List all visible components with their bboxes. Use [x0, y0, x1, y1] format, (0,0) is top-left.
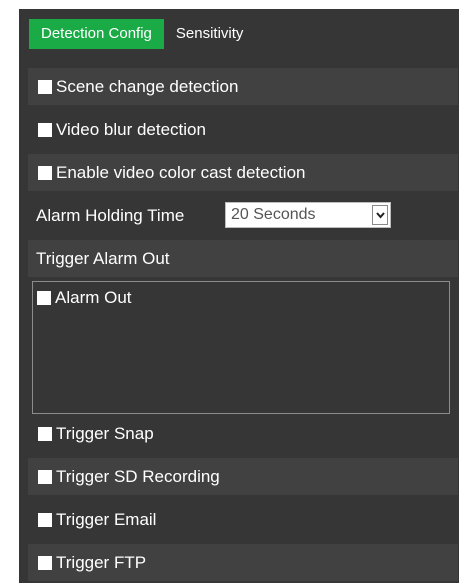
trigger-snap-label: Trigger Snap [56, 423, 154, 443]
scene-change-label: Scene change detection [56, 76, 239, 96]
scene-change-row: Scene change detection [28, 68, 458, 105]
tab-sensitivity[interactable]: Sensitivity [164, 19, 256, 49]
trigger-alarm-out-row: Trigger Alarm Out [28, 240, 458, 277]
video-blur-checkbox[interactable] [38, 122, 52, 137]
alarm-holding-label: Alarm Holding Time [36, 205, 185, 225]
trigger-snap-checkbox[interactable] [38, 426, 52, 441]
alarm-out-checkbox[interactable] [37, 291, 51, 305]
alarm-holding-row: Alarm Holding Time 20 Seconds [28, 197, 458, 234]
trigger-sd-recording-label: Trigger SD Recording [56, 466, 220, 486]
alarm-holding-value: 20 Seconds [231, 206, 316, 223]
trigger-email-label: Trigger Email [56, 509, 157, 529]
trigger-ftp-checkbox[interactable] [38, 555, 52, 570]
color-cast-checkbox[interactable] [38, 165, 52, 180]
chevron-down-icon[interactable] [372, 205, 388, 225]
alarm-holding-select[interactable]: 20 Seconds [225, 202, 391, 228]
trigger-sd-recording-row: Trigger SD Recording [28, 458, 458, 495]
tab-bar: Detection Config Sensitivity [29, 19, 255, 49]
tab-detection-config[interactable]: Detection Config [29, 19, 164, 49]
detection-config-panel: Detection Config Sensitivity Scene chang… [19, 9, 459, 583]
trigger-alarm-out-label: Trigger Alarm Out [36, 248, 170, 268]
color-cast-row: Enable video color cast detection [28, 154, 458, 191]
list-item: Alarm Out [37, 288, 132, 308]
trigger-sd-recording-checkbox[interactable] [38, 469, 52, 484]
trigger-ftp-label: Trigger FTP [56, 552, 147, 572]
scene-change-checkbox[interactable] [38, 79, 52, 94]
trigger-email-checkbox[interactable] [38, 512, 52, 527]
trigger-email-row: Trigger Email [28, 501, 458, 538]
video-blur-row: Video blur detection [28, 111, 458, 148]
color-cast-label: Enable video color cast detection [56, 162, 306, 182]
alarm-out-list: Alarm Out [32, 281, 450, 414]
alarm-out-label: Alarm Out [55, 288, 132, 307]
trigger-snap-row: Trigger Snap [28, 415, 458, 452]
trigger-ftp-row: Trigger FTP [28, 544, 458, 581]
video-blur-label: Video blur detection [56, 119, 206, 139]
